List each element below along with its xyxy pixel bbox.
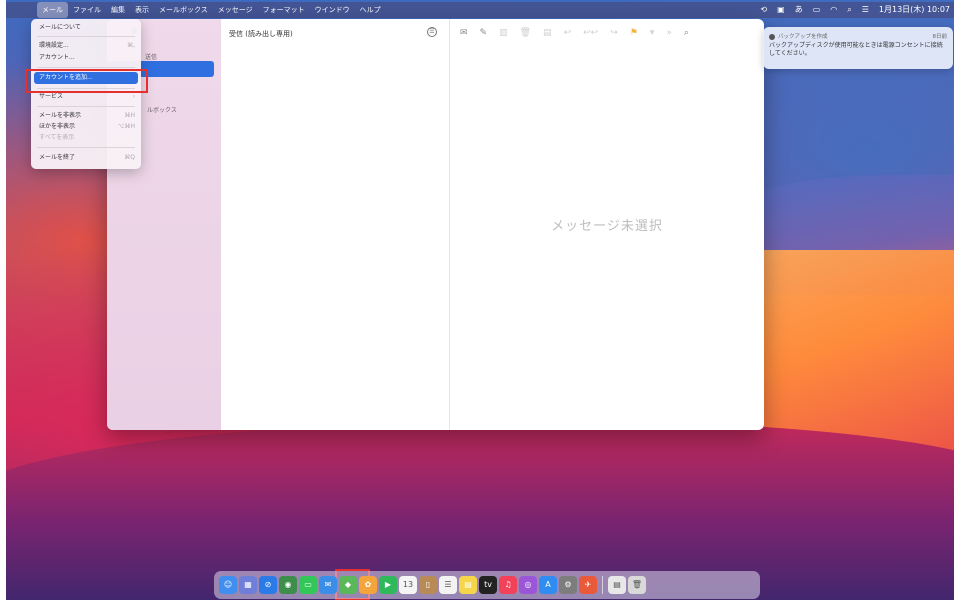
dock-trash-icon[interactable]: 🗑	[628, 576, 646, 594]
menu-item-label: アカウント...	[39, 54, 75, 61]
menu-item-label: ほかを非表示	[39, 123, 76, 130]
forward-icon[interactable]: ↪	[610, 26, 618, 40]
dock-launchpad-icon[interactable]: ▦	[239, 576, 257, 594]
time-machine-icon	[769, 33, 775, 40]
dock-tv-icon[interactable]: tv	[479, 576, 497, 594]
menu-item-hide-mail[interactable]: メールを非表示 ⌘H	[39, 111, 135, 121]
menu-item-show-all[interactable]: すべてを表示	[39, 133, 135, 143]
control-center-icon[interactable]: ☰	[862, 2, 869, 18]
menu-item-hide-others[interactable]: ほかを非表示 ⌥⌘H	[39, 122, 135, 132]
compose-icon[interactable]: ✎	[480, 26, 488, 40]
trash-icon[interactable]: 🗑	[520, 26, 531, 40]
menu-item-label: すべてを表示	[39, 134, 75, 141]
menu-item-shortcut: ⌘H	[124, 112, 135, 119]
chevron-right-icon: ›	[132, 93, 135, 100]
dock-music-icon[interactable]: ♫	[499, 576, 517, 594]
menu-edit[interactable]: 編集	[106, 2, 130, 18]
filter-icon[interactable]: ☰	[427, 27, 437, 37]
menu-separator	[37, 106, 135, 107]
dock-notes-icon[interactable]: ▤	[459, 576, 477, 594]
get-mail-icon[interactable]: ✉	[460, 26, 468, 40]
menu-item-shortcut: ⌘,	[127, 42, 135, 49]
menu-separator	[37, 67, 135, 68]
menu-item-label: 環境設定...	[39, 42, 69, 49]
battery-icon[interactable]: ▭	[813, 2, 821, 18]
notification-body: バックアップディスクが使用可能なときは電源コンセントに接続してください。	[769, 42, 943, 57]
dock-messages-icon[interactable]: ▭	[299, 576, 317, 594]
notification[interactable]: バックアップを作成 8日前 バックアップディスクが使用可能なときは電源コンセント…	[763, 27, 953, 69]
dock-maps-icon[interactable]: ◆	[339, 576, 357, 594]
notification-header: バックアップを作成 8日前	[769, 32, 947, 40]
menu-item-shortcut: ⌘Q	[124, 154, 135, 161]
menu-item-preferences[interactable]: 環境設定... ⌘,	[39, 41, 135, 51]
menu-file[interactable]: ファイル	[68, 2, 106, 18]
menu-separator	[37, 147, 135, 148]
notification-app: バックアップを作成	[778, 34, 828, 40]
mailbox-title: 受信 (読み出し専用)	[229, 30, 293, 38]
dock: ☺ ▦ ⊘ ◉ ▭ ✉ ◆ ✿ ▶ 13 ▯ ☰ ▤ tv ♫ ◎ A ⚙ ✈ ▤ 🗑	[214, 571, 760, 599]
notification-time: 8日前	[932, 34, 948, 40]
clock[interactable]: 1月13日(木) 10:07	[879, 2, 950, 18]
mail-window: 送信 ルボックス 受信 (読み出し専用) ☰ ✉ ✎ ▥ 🗑 ▤ ↩ ↩↩ ↪ …	[107, 19, 764, 430]
archive-icon[interactable]: ▥	[499, 26, 508, 40]
highlight-box	[25, 69, 148, 93]
menu-format[interactable]: フォーマット	[258, 2, 310, 18]
more-icon[interactable]: »	[666, 26, 672, 40]
search-icon[interactable]: ⌕	[684, 26, 689, 40]
dock-other-icon[interactable]: ✈	[579, 576, 597, 594]
menu-item-shortcut: ⌥⌘H	[117, 123, 135, 130]
dock-settings-icon[interactable]: ⚙	[559, 576, 577, 594]
dock-podcasts-icon[interactable]: ◎	[519, 576, 537, 594]
menu-item-services[interactable]: サービス ›	[39, 92, 135, 102]
dock-calendar-icon[interactable]: 13	[399, 576, 417, 594]
dock-reminders-icon[interactable]: ☰	[439, 576, 457, 594]
menu-mailbox[interactable]: メールボックス	[154, 2, 213, 18]
sidebar-section-label: ルボックス	[147, 107, 177, 114]
no-message-selected: メッセージ未選択	[551, 219, 663, 234]
dock-safari-icon[interactable]: ⊘	[259, 576, 277, 594]
menu-view[interactable]: 表示	[130, 2, 154, 18]
time-machine-icon[interactable]: ⟲	[760, 2, 767, 18]
chevron-down-icon[interactable]: ▾	[650, 26, 655, 40]
flag-icon[interactable]: ⚑	[630, 26, 638, 40]
wifi-icon[interactable]: ◠	[830, 2, 837, 18]
menu-help[interactable]: ヘルプ	[355, 2, 386, 18]
menu-item-accounts[interactable]: アカウント...	[39, 53, 135, 63]
toolbar: ✉ ✎ ▥ 🗑 ▤ ↩ ↩↩ ↪ ⚑ ▾ » ⌕	[460, 26, 756, 40]
message-viewer: ✉ ✎ ▥ 🗑 ▤ ↩ ↩↩ ↪ ⚑ ▾ » ⌕ メッセージ未選択	[450, 19, 764, 430]
dock-contacts-icon[interactable]: ▯	[419, 576, 437, 594]
menu-mail[interactable]: メール	[37, 2, 68, 18]
dock-separator	[602, 576, 603, 594]
menu-bar: メール ファイル 編集 表示 メールボックス メッセージ フォーマット ウインド…	[6, 2, 954, 18]
search-icon[interactable]: ⌕	[847, 2, 851, 18]
dock-mail-icon[interactable]: ✉	[319, 576, 337, 594]
message-list: 受信 (読み出し専用) ☰	[221, 19, 450, 430]
menu-item-label: メールを終了	[39, 154, 76, 161]
input-source-icon[interactable]: あ	[795, 2, 803, 18]
menu-window[interactable]: ウインドウ	[310, 2, 355, 18]
dock-chrome-icon[interactable]: ◉	[279, 576, 297, 594]
dock-finder-icon[interactable]: ☺	[219, 576, 237, 594]
menu-item-quit[interactable]: メールを終了 ⌘Q	[39, 153, 135, 163]
reply-icon[interactable]: ↩	[564, 26, 572, 40]
mail-app-menu: メールについて 環境設定... ⌘, アカウント... アカウントを追加... サ…	[31, 19, 141, 169]
menu-extra-icon[interactable]: ▣	[777, 2, 785, 18]
junk-icon[interactable]: ▤	[543, 26, 552, 40]
menu-item-label: メールを非表示	[39, 112, 82, 119]
dock-facetime-icon[interactable]: ▶	[379, 576, 397, 594]
status-area: ⟲ ▣ あ ▭ ◠ ⌕ ☰ 1月13日(木) 10:07	[760, 2, 954, 18]
dock-document-icon[interactable]: ▤	[608, 576, 626, 594]
menu-message[interactable]: メッセージ	[213, 2, 258, 18]
sidebar-item-label[interactable]: 送信	[145, 52, 157, 61]
reply-all-icon[interactable]: ↩↩	[583, 26, 598, 40]
menu-item-about[interactable]: メールについて	[39, 23, 135, 33]
dock-appstore-icon[interactable]: A	[539, 576, 557, 594]
menu-item-label: サービス	[39, 93, 64, 100]
menu-item-label: メールについて	[39, 24, 81, 31]
dock-photos-icon[interactable]: ✿	[359, 576, 377, 594]
menu-separator	[37, 36, 135, 37]
